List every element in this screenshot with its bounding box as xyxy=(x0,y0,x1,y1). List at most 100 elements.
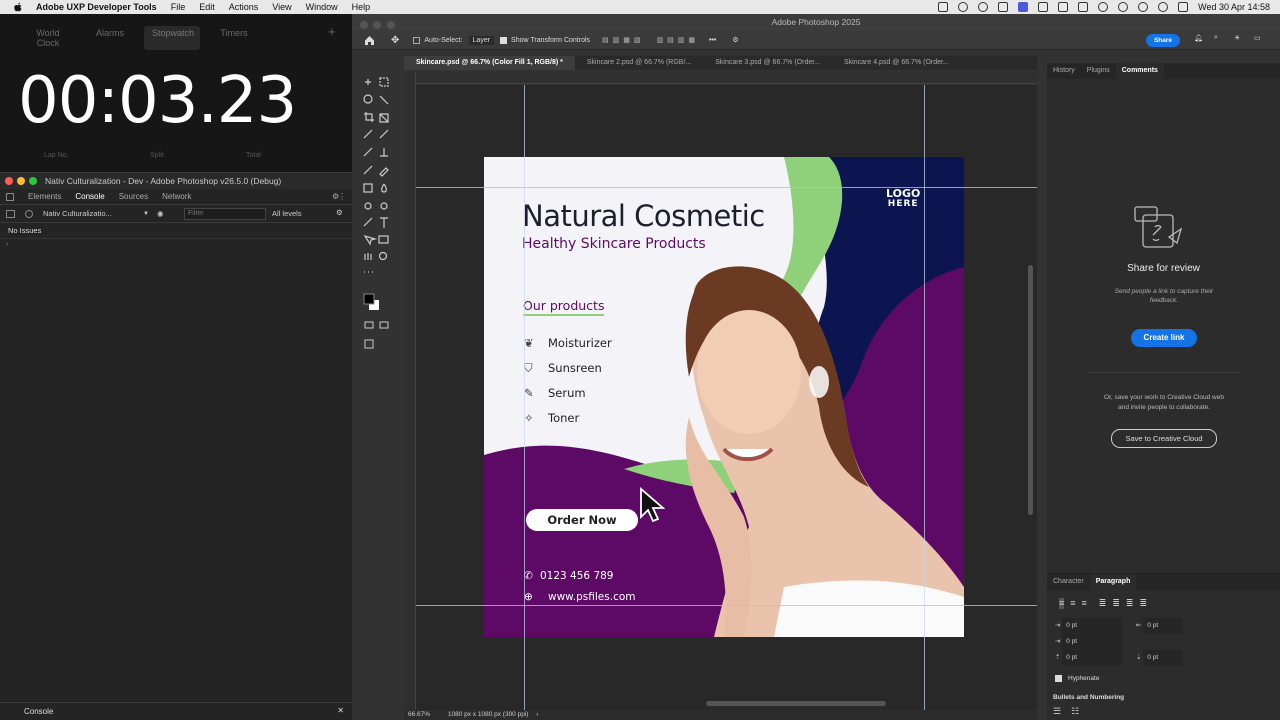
ps-minimize-button[interactable] xyxy=(373,21,382,29)
add-icon[interactable]: + xyxy=(328,24,336,39)
console-prompt[interactable]: › xyxy=(0,239,352,250)
ps-close-button[interactable] xyxy=(360,21,368,29)
doc-tab-skincare-3[interactable]: Skincare 3.psd @ 66.7% (Order... xyxy=(703,56,832,70)
status-icon-1[interactable] xyxy=(938,2,949,12)
justify-right-icon[interactable]: ≣ xyxy=(1126,598,1134,609)
console-settings-icon[interactable]: ⚙ xyxy=(336,208,343,217)
guide-horizontal-bottom[interactable] xyxy=(416,605,1037,606)
horizontal-ruler[interactable] xyxy=(416,72,1037,84)
product-moisturizer[interactable]: Moisturizer xyxy=(548,336,612,350)
guide-vertical-left[interactable] xyxy=(524,85,525,710)
align-left-icon[interactable]: ≡ xyxy=(1059,598,1065,609)
doc-info-arrow-icon[interactable]: › xyxy=(536,711,538,718)
minimize-window-button[interactable] xyxy=(17,177,25,185)
filter-input[interactable]: Filter xyxy=(184,208,266,220)
screen-share-icon[interactable] xyxy=(1018,2,1029,12)
save-to-cloud-button[interactable]: Save to Creative Cloud xyxy=(1111,429,1217,448)
zoom-level[interactable]: 66.67% xyxy=(408,711,430,718)
distribute-icons[interactable]: ▥▤▥▦ xyxy=(657,36,699,44)
canvas-area[interactable]: Natural Cosmetic Healthy Skincare Produc… xyxy=(416,85,1037,710)
doc-tab-skincare-4[interactable]: Skincare 4.psd @ 66.7% (Order... xyxy=(832,56,961,70)
order-now-button[interactable]: Order Now xyxy=(526,509,638,531)
menu-help[interactable]: Help xyxy=(352,2,371,12)
dropdown-icon[interactable]: ▼ xyxy=(143,211,149,217)
zoom-window-button[interactable] xyxy=(29,177,37,185)
list-style-icons[interactable]: ☰☷ xyxy=(1053,706,1089,717)
logo-placeholder[interactable]: LOGO HERE xyxy=(886,188,920,209)
tab-history[interactable]: History xyxy=(1047,63,1081,79)
status-icon-7[interactable] xyxy=(1058,2,1069,12)
layer-select[interactable]: Layer xyxy=(468,35,495,45)
move-tool-icon[interactable]: ✥ xyxy=(391,35,399,46)
menu-view[interactable]: View xyxy=(272,2,291,12)
product-serum[interactable]: Serum xyxy=(548,386,586,400)
art-subtitle[interactable]: Healthy Skincare Products xyxy=(522,236,706,252)
more-icon[interactable]: ⋮ xyxy=(338,192,346,201)
tab-stopwatch[interactable]: Stopwatch xyxy=(144,26,200,50)
menu-edit[interactable]: Edit xyxy=(199,2,215,12)
indent-left-input[interactable]: 0 pt xyxy=(1062,618,1123,634)
play-icon[interactable] xyxy=(1098,2,1109,12)
space-after-input[interactable]: 0 pt xyxy=(1143,650,1184,666)
app-name[interactable]: Adobe UXP Developer Tools xyxy=(36,2,157,12)
tab-alarms[interactable]: Alarms xyxy=(82,26,138,50)
indent-right-input[interactable]: 0 pt xyxy=(1143,618,1184,634)
display-icon[interactable] xyxy=(1078,2,1089,12)
auto-select-checkbox[interactable] xyxy=(413,36,421,44)
tab-character[interactable]: Character xyxy=(1047,574,1090,590)
show-transform-checkbox[interactable] xyxy=(500,36,508,44)
more-options-icon[interactable]: ••• xyxy=(709,37,716,44)
justify-center-icon[interactable]: ≣ xyxy=(1112,598,1120,609)
eye-icon[interactable]: ◉ xyxy=(157,209,164,218)
products-heading[interactable]: Our products xyxy=(523,298,605,316)
guide-vertical-right[interactable] xyxy=(924,85,925,710)
inspect-icon[interactable] xyxy=(6,192,14,201)
bluetooth-icon[interactable] xyxy=(1118,2,1129,12)
control-center-icon[interactable] xyxy=(1178,2,1189,12)
tab-comments[interactable]: Comments xyxy=(1115,63,1164,79)
status-icon-2[interactable] xyxy=(958,2,969,12)
align-icons[interactable]: ▤▥▦▧ xyxy=(602,36,644,44)
ps-search-icon[interactable]: ⌕ xyxy=(1214,34,1218,42)
align-right-icon[interactable]: ≡ xyxy=(1082,598,1087,609)
doc-tab-skincare[interactable]: Skincare.psd @ 66.7% (Color Fill 1, RGB/… xyxy=(404,56,575,70)
tab-network[interactable]: Network xyxy=(162,192,191,201)
status-icon-4[interactable] xyxy=(998,2,1009,12)
art-title[interactable]: Natural Cosmetic xyxy=(522,199,765,233)
tab-sources[interactable]: Sources xyxy=(119,192,148,201)
drawer-console-tab[interactable]: Console xyxy=(24,707,53,716)
sidebar-icon[interactable] xyxy=(6,209,15,218)
create-link-button[interactable]: Create link xyxy=(1131,329,1197,347)
ps-zoom-button[interactable] xyxy=(386,21,395,29)
justify-all-icon[interactable]: ≣ xyxy=(1139,598,1147,609)
horizontal-scrollbar[interactable] xyxy=(706,701,886,706)
workspace-icon[interactable]: ▭ xyxy=(1254,34,1261,42)
notifications-icon[interactable]: 🔔︎ xyxy=(1194,34,1203,42)
artwork[interactable]: Natural Cosmetic Healthy Skincare Produc… xyxy=(484,157,964,637)
align-center-icon[interactable]: ≡ xyxy=(1070,598,1075,609)
menu-actions[interactable]: Actions xyxy=(229,2,259,12)
menubar-clock[interactable]: Wed 30 Apr 14:58 xyxy=(1198,2,1270,12)
close-window-button[interactable] xyxy=(5,177,13,185)
wifi-icon[interactable] xyxy=(1138,2,1149,12)
tab-timers[interactable]: Timers xyxy=(206,26,262,50)
product-toner[interactable]: Toner xyxy=(548,411,579,425)
options-gear-icon[interactable]: ⚙ xyxy=(732,36,738,44)
search-icon[interactable] xyxy=(1158,2,1169,12)
justify-left-icon[interactable]: ≣ xyxy=(1099,598,1107,609)
record-icon[interactable] xyxy=(978,2,989,12)
apple-icon[interactable] xyxy=(13,2,23,12)
tab-plugins[interactable]: Plugins xyxy=(1081,63,1116,79)
close-drawer-icon[interactable]: ✕ xyxy=(337,706,344,715)
product-sunscreen[interactable]: Sunsreen xyxy=(548,361,602,375)
levels-select[interactable]: All levels xyxy=(272,209,302,218)
tab-paragraph[interactable]: Paragraph xyxy=(1089,574,1137,590)
home-icon[interactable] xyxy=(364,35,375,46)
doc-info[interactable]: 1080 px x 1080 px (300 ppi) xyxy=(448,711,529,718)
phone-number[interactable]: 0123 456 789 xyxy=(540,570,613,582)
doc-tab-skincare-2[interactable]: Skincare 2.psd @ 66.7% (RGB/... xyxy=(575,56,703,70)
status-icon-6[interactable] xyxy=(1038,2,1049,12)
space-before-input[interactable]: 0 pt xyxy=(1062,650,1123,666)
hyphenate-checkbox[interactable] xyxy=(1055,675,1062,682)
context-select[interactable]: Nativ Culturalizatio... xyxy=(43,209,143,218)
